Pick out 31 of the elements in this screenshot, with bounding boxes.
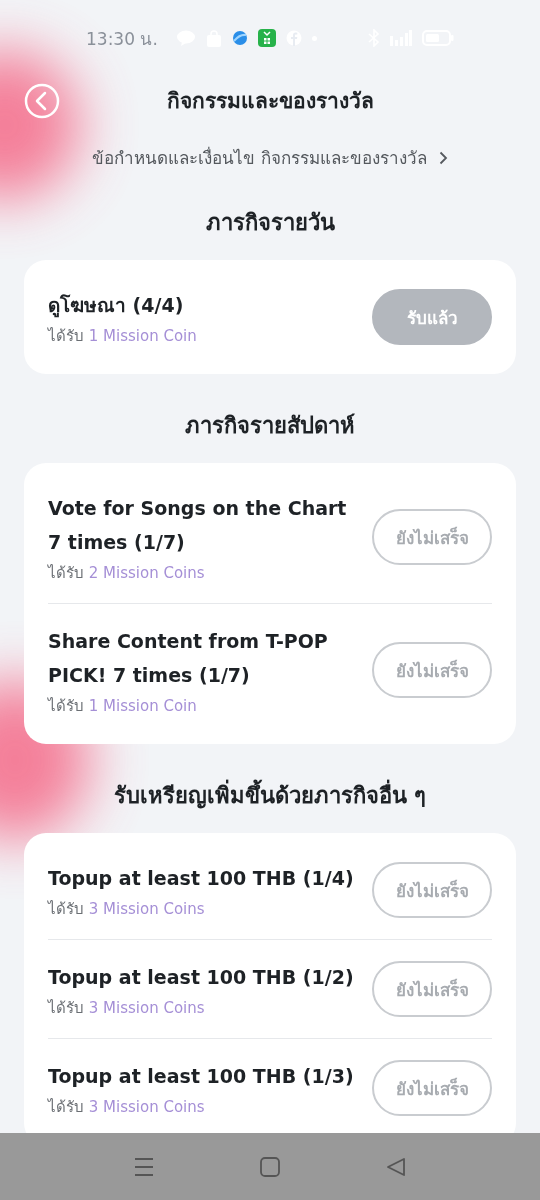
mission-reward: ได้รับ 1 Mission Coin bbox=[48, 326, 198, 346]
back-button[interactable] bbox=[24, 83, 60, 119]
incomplete-button[interactable]: ยังไม่เสร็จ bbox=[372, 642, 492, 698]
incomplete-button[interactable]: ยังไม่เสร็จ bbox=[372, 509, 492, 565]
app-icon bbox=[257, 29, 276, 47]
mission-reward: ได้รับ 3 Mission Coins bbox=[48, 1097, 206, 1117]
mission-title: Topup at least 100 THB (1/4) bbox=[48, 866, 355, 891]
menu-icon[interactable] bbox=[134, 1157, 154, 1176]
mission-reward: ได้รับ 1 Mission Coin bbox=[48, 696, 198, 716]
mission-title: Vote for Songs on the Chart 7 times (1/7) bbox=[48, 496, 348, 555]
incomplete-button[interactable]: ยังไม่เสร็จ bbox=[372, 961, 492, 1017]
back-icon[interactable] bbox=[386, 1156, 406, 1177]
section-title: ภารกิจรายวัน bbox=[205, 209, 335, 237]
home-icon[interactable] bbox=[260, 1156, 280, 1177]
section-title: รับเหรียญเพิ่มขึ้นด้วยภารกิจอื่น ๆ bbox=[113, 778, 427, 813]
terms-link[interactable]: ข้อกำหนดและเงื่อนไข กิจกรรมและของรางวัล bbox=[92, 144, 448, 171]
mission-reward: ได้รับ 3 Mission Coins bbox=[48, 899, 206, 919]
status-time: 13:30 น. bbox=[86, 27, 158, 51]
claimed-button[interactable]: รับแล้ว bbox=[372, 289, 492, 345]
incomplete-button[interactable]: ยังไม่เสร็จ bbox=[372, 862, 492, 918]
mission-title: Topup at least 100 THB (1/3) bbox=[48, 1064, 355, 1089]
mission-title: Topup at least 100 THB (1/2) bbox=[48, 965, 355, 990]
mission-reward: ได้รับ 2 Mission Coins bbox=[48, 563, 206, 583]
mission-title: ดูโฆษณา (4/4) bbox=[48, 293, 185, 320]
app-icon bbox=[231, 30, 248, 46]
mission-title: Share Content from T-POP PICK! 7 times (1/7) bbox=[48, 629, 329, 688]
section-title: ภารกิจรายสัปดาห์ bbox=[185, 412, 355, 440]
mission-reward: ได้รับ 3 Mission Coins bbox=[48, 998, 206, 1018]
chevron-right-icon bbox=[438, 150, 448, 165]
incomplete-button[interactable]: ยังไม่เสร็จ bbox=[372, 1060, 492, 1116]
page-title: กิจกรรมและของรางวัล bbox=[166, 87, 374, 115]
